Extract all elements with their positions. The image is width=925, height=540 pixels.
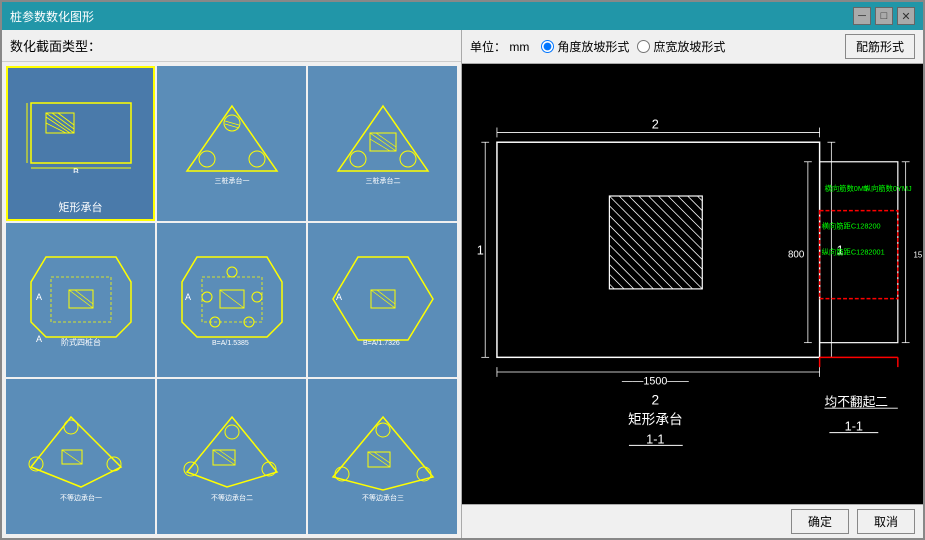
shape-item-step6[interactable]: A B=A/1.7326: [308, 223, 457, 378]
svg-text:1-1: 1-1: [845, 419, 863, 434]
minimize-button[interactable]: ─: [853, 7, 871, 25]
svg-text:不等边承台三: 不等边承台三: [362, 493, 404, 502]
shape-item-rect[interactable]: B 矩形承台: [6, 66, 155, 221]
shape-grid: B 矩形承台: [2, 62, 461, 538]
cancel-button[interactable]: 取消: [857, 509, 915, 534]
shape-svg-irreg1: 不等边承台一: [12, 385, 149, 528]
right-toolbar: 单位： mm 角度放坡形式 庶宽放坡形式 配筋形式: [462, 30, 923, 64]
maximize-button[interactable]: □: [875, 7, 893, 25]
right-panel: 单位： mm 角度放坡形式 庶宽放坡形式 配筋形式: [462, 30, 923, 538]
svg-text:2: 2: [652, 392, 660, 407]
radio-group: 角度放坡形式 庶宽放坡形式: [541, 38, 725, 55]
shape-item-irreg1[interactable]: 不等边承台一: [6, 379, 155, 534]
svg-text:1-1: 1-1: [646, 431, 664, 446]
window-title: 桩参数数化图形: [10, 8, 94, 25]
main-content: 数化截面类型：: [2, 30, 923, 538]
bottom-bar: 确定 取消: [462, 504, 923, 538]
shape-item-irreg3[interactable]: 不等边承台三: [308, 379, 457, 534]
svg-text:纵向筋数0YMJ: 纵向筋数0YMJ: [864, 184, 912, 193]
main-window: 桩参数数化图形 ─ □ ✕ 数化截面类型：: [0, 0, 925, 540]
shape-item-step4[interactable]: A A 阶式四桩台: [6, 223, 155, 378]
config-button[interactable]: 配筋形式: [845, 34, 915, 59]
shape-svg-tri2: 三桩承台二: [314, 72, 451, 215]
svg-text:B: B: [72, 167, 78, 173]
radio-angle[interactable]: 角度放坡形式: [541, 38, 629, 55]
confirm-button[interactable]: 确定: [791, 509, 849, 534]
svg-text:横向筋数0MT: 横向筋数0MT: [825, 184, 869, 193]
svg-text:纵向筋距C1282001: 纵向筋距C1282001: [822, 248, 885, 257]
shape-svg-irreg2: 不等边承台二: [163, 385, 300, 528]
svg-text:——1500——: ——1500——: [622, 376, 689, 388]
svg-text:B=A/1.7326: B=A/1.7326: [363, 340, 400, 347]
svg-text:不等边承台二: 不等边承台二: [211, 493, 253, 502]
svg-text:三桩承台一: 三桩承台一: [214, 176, 249, 185]
svg-text:横向筋距C128200: 横向筋距C128200: [822, 221, 881, 230]
svg-text:不等边承台一: 不等边承台一: [60, 493, 102, 502]
svg-text:A: A: [336, 292, 342, 302]
shape-item-tri1[interactable]: 三桩承台一: [157, 66, 306, 221]
svg-text:1: 1: [477, 243, 484, 258]
svg-text:均不翻起二: 均不翻起二: [825, 394, 889, 409]
shape-label-rect: 矩形承台: [59, 199, 103, 215]
title-bar: 桩参数数化图形 ─ □ ✕: [2, 2, 923, 30]
shape-svg-tri1: 三桩承台一: [163, 72, 300, 215]
title-bar-buttons: ─ □ ✕: [853, 7, 915, 25]
svg-text:15: 15: [913, 251, 922, 260]
shape-svg-rect: B: [12, 72, 149, 195]
shape-item-irreg2[interactable]: 不等边承台二: [157, 379, 306, 534]
canvas-area: 2 1 1 ——1500——: [462, 64, 923, 504]
left-header: 数化截面类型：: [2, 30, 461, 62]
close-button[interactable]: ✕: [897, 7, 915, 25]
svg-text:800: 800: [788, 250, 805, 261]
svg-text:A: A: [36, 292, 42, 302]
svg-text:A: A: [185, 292, 191, 302]
shape-svg-irreg3: 不等边承台三: [314, 385, 451, 528]
radio-width-input[interactable]: [637, 40, 650, 53]
unit-label: 单位： mm: [470, 38, 529, 55]
left-panel: 数化截面类型：: [2, 30, 462, 538]
shape-svg-step5: A B=A/1.5385: [163, 229, 300, 372]
shape-svg-step4: A A 阶式四桩台: [12, 229, 149, 372]
svg-text:2: 2: [652, 117, 659, 132]
shape-item-tri2[interactable]: 三桩承台二: [308, 66, 457, 221]
svg-text:三桩承台二: 三桩承台二: [365, 176, 400, 185]
shape-svg-step6: A B=A/1.7326: [314, 229, 451, 372]
cad-svg: 2 1 1 ——1500——: [462, 64, 923, 504]
svg-text:A: A: [36, 334, 42, 344]
svg-text:矩形承台: 矩形承台: [628, 412, 683, 427]
radio-angle-input[interactable]: [541, 40, 554, 53]
shape-item-step5[interactable]: A B=A/1.5385: [157, 223, 306, 378]
svg-text:阶式四桩台: 阶式四桩台: [61, 337, 101, 347]
radio-width[interactable]: 庶宽放坡形式: [637, 38, 725, 55]
svg-text:B=A/1.5385: B=A/1.5385: [212, 340, 249, 347]
